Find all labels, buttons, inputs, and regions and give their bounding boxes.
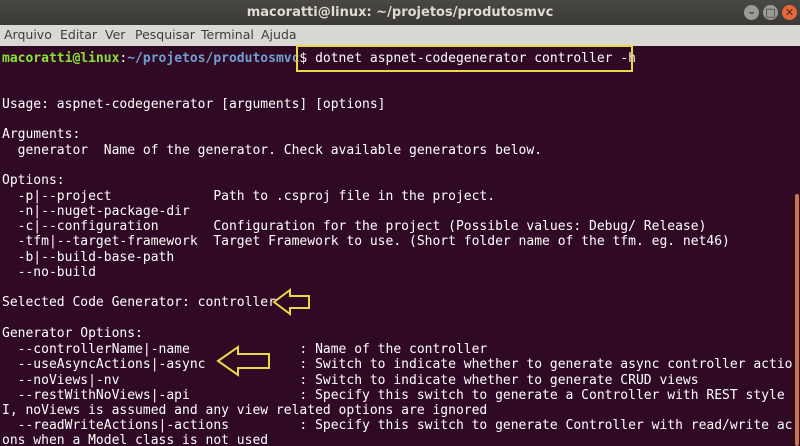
selected-generator-line: Selected Code Generator: controller — [2, 295, 276, 310]
menu-arquivo[interactable]: Arquivo — [4, 27, 52, 42]
prompt-path: ~/projetos/produtosmvc — [127, 51, 300, 66]
arrow-left-icon — [216, 345, 270, 377]
generator-options-heading: Generator Options: — [2, 326, 143, 341]
option-line: -c|--configuration Configuration for the… — [2, 219, 707, 234]
option-line: -tfm|--target-framework Target Framework… — [2, 234, 730, 249]
arrow-left-icon — [272, 288, 310, 316]
menu-pesquisar[interactable]: Pesquisar — [135, 27, 195, 42]
terminal-window: macoratti@linux: ~/projetos/produtosmvc … — [0, 0, 800, 446]
menu-editar[interactable]: Editar — [60, 27, 97, 42]
menu-ver[interactable]: Ver — [105, 27, 125, 42]
maximize-button[interactable]: □ — [763, 5, 778, 20]
option-line: -n|--nuget-package-dir — [2, 204, 190, 219]
generator-option-line: ons when a Model class is not used — [2, 433, 269, 446]
menu-bar: Arquivo Editar Ver Pesquisar Terminal Aj… — [0, 25, 800, 46]
arguments-heading: Arguments: — [2, 127, 81, 142]
close-button[interactable]: ✕ — [782, 5, 797, 20]
generator-option-line: --useAsyncActions|-async : Switch to ind… — [2, 357, 800, 372]
usage-line: Usage: aspnet-codegenerator [arguments] … — [2, 97, 386, 112]
menu-ajuda[interactable]: Ajuda — [261, 27, 297, 42]
option-line: --no-build — [2, 265, 96, 280]
options-heading: Options: — [2, 173, 65, 188]
scrollbar-thumb[interactable] — [795, 194, 799, 446]
option-line: -p|--project Path to .csproj file in the… — [2, 189, 496, 204]
argument-line: generator Name of the generator. Check a… — [2, 143, 543, 158]
generator-option-line: I, noViews is assumed and any view relat… — [2, 403, 488, 418]
option-line: -b|--build-base-path — [2, 250, 175, 265]
command-highlight-box — [296, 45, 633, 72]
prompt-user-host: macoratti@linux — [2, 51, 120, 66]
window-title: macoratti@linux: ~/projetos/produtosmvc — [246, 5, 554, 20]
terminal-output[interactable]: macoratti@linux:~/projetos/produtosmvc$ … — [0, 46, 800, 446]
menu-terminal[interactable]: Terminal — [201, 27, 254, 42]
generator-option-line: --restWithNoViews|-api : Specify this sw… — [2, 388, 800, 403]
generator-option-line: --readWriteActions|-actions : Specify th… — [2, 418, 800, 433]
title-bar[interactable]: macoratti@linux: ~/projetos/produtosmvc … — [0, 0, 800, 25]
generator-option-line: --noViews|-nv : Switch to indicate wheth… — [2, 373, 699, 388]
minimize-button[interactable]: – — [744, 5, 759, 20]
